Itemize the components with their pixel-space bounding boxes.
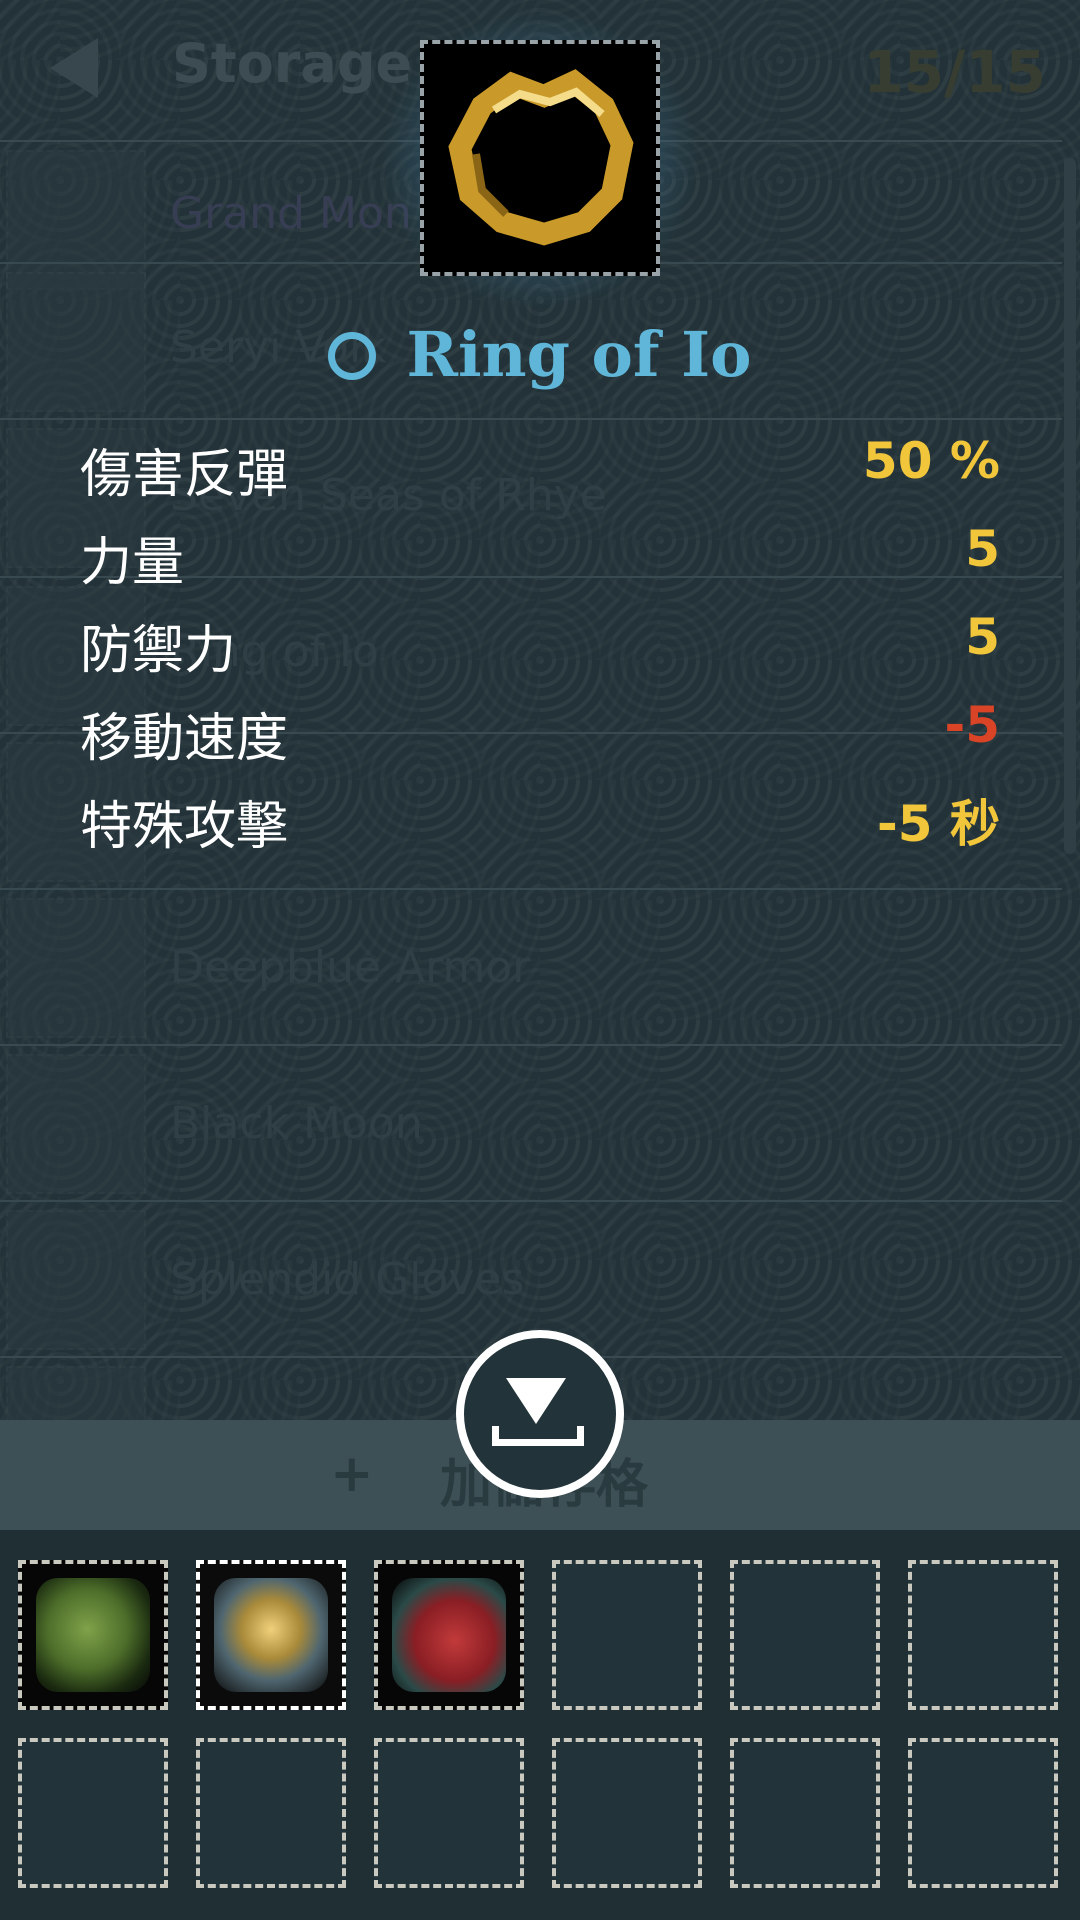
stat-value: 50 % [862,432,1000,490]
red-armor-icon [392,1578,506,1692]
inventory-slot[interactable] [18,1738,168,1888]
item-image [420,40,660,276]
inventory-slot[interactable] [552,1738,702,1888]
inventory-slot[interactable] [374,1738,524,1888]
gold-gauntlet-icon [214,1578,328,1692]
inventory-slot[interactable] [908,1560,1058,1710]
stat-label: 傷害反彈 [80,445,289,505]
stat-value: 5 [965,608,1000,666]
stat-label: 力量 [80,533,185,593]
item-name: Ring of Io [406,318,752,391]
stat-label: 防禦力 [80,621,237,681]
ring-icon [448,69,634,246]
stat-row: 傷害反彈 50 % [80,432,1000,520]
inventory-slot[interactable] [18,1560,168,1710]
inventory-slot[interactable] [730,1560,880,1710]
item-title: Ring of Io [0,318,1080,391]
tray-icon [492,1426,584,1446]
stat-row: 移動速度 -5 [80,696,1000,784]
inventory-slot[interactable] [196,1560,346,1710]
stat-label: 特殊攻擊 [80,797,289,857]
inventory-slot[interactable] [374,1560,524,1710]
stat-row: 特殊攻擊 -5 秒 [80,784,1000,872]
store-item-button[interactable] [456,1330,624,1498]
inventory-slot[interactable] [552,1560,702,1710]
stat-row: 防禦力 5 [80,608,1000,696]
stat-value: -5 秒 [877,795,1000,853]
inventory-slot[interactable] [908,1738,1058,1888]
inventory-slot[interactable] [196,1738,346,1888]
plus-icon: + [330,1444,374,1504]
stat-value: 5 [965,520,1000,578]
stat-label: 移動速度 [80,709,289,769]
inventory-slot[interactable] [730,1738,880,1888]
stat-row: 力量 5 [80,520,1000,608]
stat-value: -5 [944,696,1000,754]
green-glove-icon [36,1578,150,1692]
inventory-slots [0,1530,1080,1920]
download-icon [506,1378,566,1424]
ring-type-icon [328,332,377,380]
item-stats: 傷害反彈 50 % 力量 5 防禦力 5 移動速度 -5 特殊攻擊 -5 秒 [80,432,1000,872]
